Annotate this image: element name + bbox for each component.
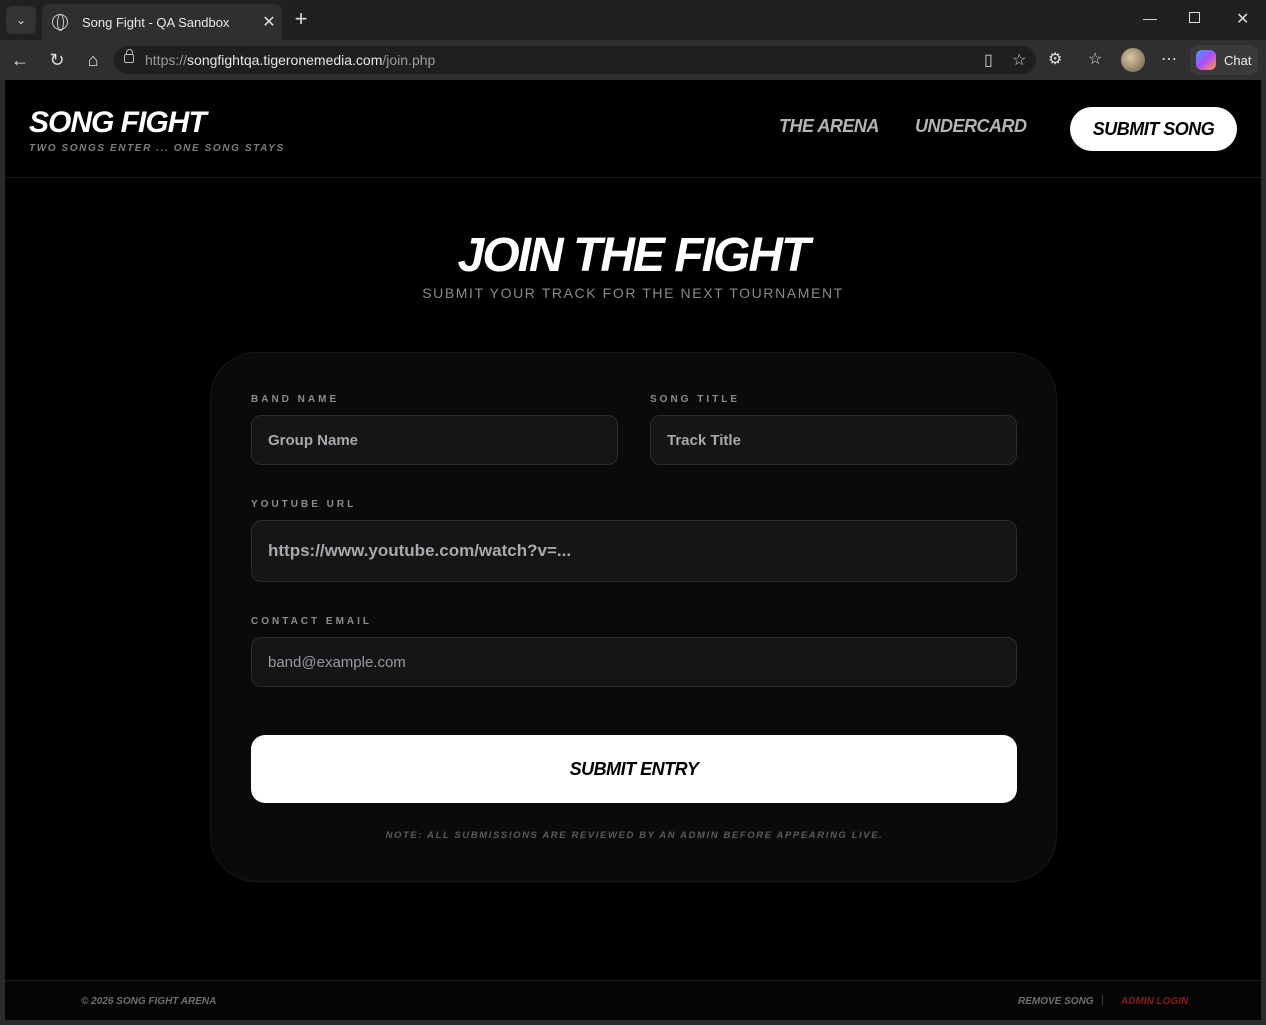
site-footer: © 2026 SONG FIGHT ARENA REMOVE SONG | AD… xyxy=(5,980,1261,1020)
back-icon[interactable]: ← xyxy=(8,49,32,71)
footer-separator: | xyxy=(1101,994,1104,1006)
close-tab-icon[interactable]: ✕ xyxy=(256,12,282,32)
site-header: SONG FIGHT TWO SONGS ENTER ... ONE SONG … xyxy=(5,80,1261,178)
page-content: SONG FIGHT TWO SONGS ENTER ... ONE SONG … xyxy=(5,80,1261,1020)
tab-actions-menu-button[interactable]: ⌄ xyxy=(6,6,36,34)
copilot-chat-button[interactable]: Chat xyxy=(1190,45,1258,75)
contact-email-input[interactable]: band@example.com xyxy=(251,637,1017,687)
submit-song-button[interactable]: SUBMIT SONG xyxy=(1070,107,1237,151)
site-logo[interactable]: SONG FIGHT xyxy=(29,106,207,140)
admin-login-link[interactable]: ADMIN LOGIN xyxy=(1121,996,1188,1007)
url-text: https://songfightqa.tigeronemedia.com/jo… xyxy=(145,52,436,68)
favorites-icon[interactable]: ☆ xyxy=(1088,49,1102,69)
favorite-star-icon[interactable]: ☆ xyxy=(1012,50,1026,70)
page-title: JOIN THE FIGHT xyxy=(457,229,811,282)
chat-label: Chat xyxy=(1224,52,1252,68)
copyright-text: © 2026 SONG FIGHT ARENA xyxy=(81,996,217,1007)
tab-title: Song Fight - QA Sandbox xyxy=(82,14,230,30)
minimize-icon[interactable]: — xyxy=(1143,10,1157,26)
new-tab-button[interactable]: + xyxy=(290,8,312,30)
address-bar[interactable]: https://songfightqa.tigeronemedia.com/jo… xyxy=(114,46,1036,74)
site-tagline: TWO SONGS ENTER ... ONE SONG STAYS xyxy=(29,143,285,154)
more-options-icon[interactable]: ⋯ xyxy=(1161,49,1177,69)
song-title-input[interactable]: Track Title xyxy=(650,415,1017,465)
nav-the-arena[interactable]: THE ARENA xyxy=(779,116,879,137)
maximize-icon[interactable] xyxy=(1189,12,1200,23)
browser-toolbar: ← ↻ ⌂ https://songfightqa.tigeronemedia.… xyxy=(0,40,1266,80)
remove-song-link[interactable]: REMOVE SONG xyxy=(1018,996,1094,1007)
close-window-icon[interactable]: ✕ xyxy=(1236,9,1249,29)
submit-entry-button[interactable]: SUBMIT ENTRY xyxy=(251,735,1017,803)
reader-mode-icon[interactable]: ▯ xyxy=(984,50,993,70)
review-note: NOTE: ALL SUBMISSIONS ARE REVIEWED BY AN… xyxy=(385,830,884,841)
band-name-input[interactable]: Group Name xyxy=(251,415,618,465)
youtube-url-label: YOUTUBE URL xyxy=(251,499,357,510)
refresh-icon[interactable]: ↻ xyxy=(45,49,69,71)
band-name-label: BAND NAME xyxy=(251,394,340,405)
nav-undercard[interactable]: UNDERCARD xyxy=(915,116,1027,137)
youtube-url-input[interactable]: https://www.youtube.com/watch?v=... xyxy=(251,520,1017,582)
page-subtitle: SUBMIT YOUR TRACK FOR THE NEXT TOURNAMEN… xyxy=(422,285,844,301)
browser-titlebar: ⌄ Song Fight - QA Sandbox ✕ + — ✕ xyxy=(0,0,1266,40)
chevron-down-icon: ⌄ xyxy=(15,13,27,27)
profile-avatar[interactable] xyxy=(1121,48,1145,72)
lock-icon xyxy=(124,49,134,63)
home-icon[interactable]: ⌂ xyxy=(81,49,105,71)
submission-form: BAND NAME Group Name SONG TITLE Track Ti… xyxy=(210,352,1057,882)
contact-email-label: CONTACT EMAIL xyxy=(251,616,373,627)
browser-tab[interactable]: Song Fight - QA Sandbox ✕ xyxy=(42,4,282,40)
song-title-label: SONG TITLE xyxy=(650,394,740,405)
copilot-icon xyxy=(1196,50,1216,70)
extensions-icon[interactable]: ⚙ xyxy=(1048,49,1062,69)
globe-icon xyxy=(52,14,68,31)
